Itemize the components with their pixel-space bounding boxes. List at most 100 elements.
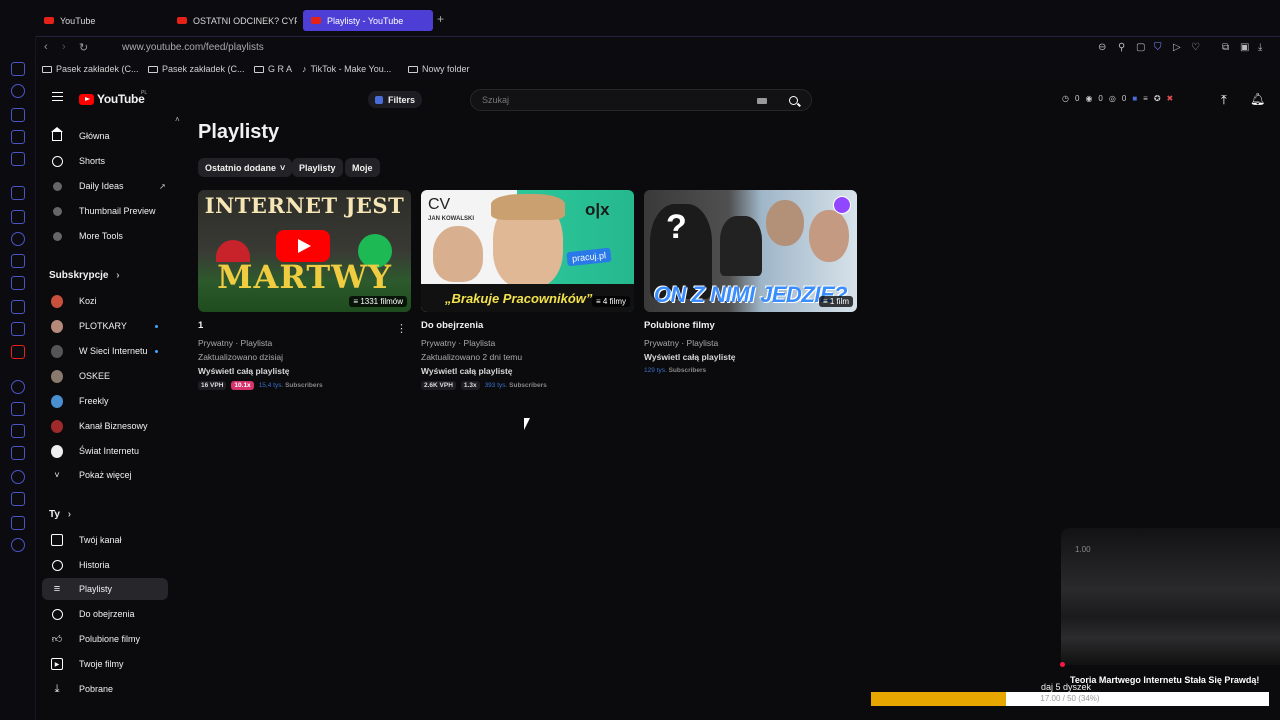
play-rail-icon[interactable] bbox=[11, 402, 25, 416]
playlist-title[interactable]: Do obejrzenia bbox=[421, 320, 634, 331]
view-full-playlist-link[interactable]: Wyświetl całą playlistę bbox=[198, 364, 411, 378]
sidebar-sub-w-sieci-internetu[interactable]: W Sieci Internetu bbox=[42, 340, 168, 362]
percent-icon[interactable] bbox=[11, 210, 25, 224]
history-rail-icon[interactable] bbox=[11, 470, 25, 484]
sidebar-item-thumbnail-preview[interactable]: Thumbnail Preview bbox=[42, 200, 168, 222]
zoom-icon[interactable]: ⊖ bbox=[1098, 42, 1106, 53]
playlist-thumbnail[interactable]: CV JAN KOWALSKI o|x pracuj.pl „Brakuje P… bbox=[421, 190, 634, 312]
bookmark-folder[interactable]: Nowy folder bbox=[408, 64, 470, 74]
download-icon[interactable]: ⤓ bbox=[1258, 42, 1262, 53]
mouse-cursor-icon bbox=[524, 418, 536, 430]
extension-icon[interactable]: ■ bbox=[1132, 94, 1137, 103]
bookmark-folder[interactable]: Pasek zakładek (C... bbox=[148, 64, 245, 74]
playlist-thumbnail[interactable]: INTERNET JEST MARTWY ≡ 1331 filmów bbox=[198, 190, 411, 312]
refresh-app-icon[interactable] bbox=[11, 84, 25, 98]
sidebar-sub-oskee[interactable]: OSKEE bbox=[42, 365, 168, 387]
chevron-up-icon[interactable]: ˄ bbox=[175, 115, 180, 124]
telegram-icon[interactable] bbox=[11, 322, 25, 336]
shield-icon[interactable]: ⛉ bbox=[1154, 42, 1162, 53]
sidebar-item-playlists[interactable]: ≡ Playlisty bbox=[42, 578, 168, 600]
chat-icon[interactable] bbox=[11, 186, 25, 200]
clock-icon: ◷ bbox=[1062, 94, 1069, 103]
messenger-icon[interactable] bbox=[11, 232, 25, 246]
sidebar-item-more-tools[interactable]: More Tools bbox=[42, 225, 168, 247]
view-full-playlist-link[interactable]: Wyświetl całą playlistę bbox=[421, 364, 634, 378]
playlist-card[interactable]: CV JAN KOWALSKI o|x pracuj.pl „Brakuje P… bbox=[421, 190, 634, 390]
goal-progress-text: 17.00 / 50 (34%) bbox=[1040, 694, 1100, 703]
mail-icon[interactable] bbox=[11, 152, 25, 166]
shopping-icon[interactable] bbox=[11, 108, 25, 122]
view-full-playlist-link[interactable]: Wyświetl całą playlistę bbox=[644, 350, 857, 364]
tab-youtube[interactable]: YouTube bbox=[36, 10, 166, 31]
you-heading[interactable]: Ty › bbox=[49, 509, 71, 520]
filters-button[interactable]: Filters bbox=[368, 91, 423, 108]
x-icon[interactable] bbox=[11, 300, 25, 314]
menu-icon[interactable] bbox=[52, 92, 63, 101]
sidebar-item-downloads[interactable]: ⤓ Pobrane bbox=[42, 678, 168, 700]
playlist-title[interactable]: Polubione filmy bbox=[644, 320, 857, 331]
sort-dropdown[interactable]: Ostatnio dodane ˅ bbox=[198, 158, 293, 177]
show-more-button[interactable]: ˅ Pokaż więcej bbox=[42, 464, 168, 486]
more-options-icon[interactable]: ⋮ bbox=[396, 322, 407, 335]
new-tab-button[interactable]: + bbox=[437, 12, 444, 26]
download-rail-icon[interactable] bbox=[11, 492, 25, 506]
bookmark-folder[interactable]: Pasek zakładek (C... bbox=[42, 64, 139, 74]
sidebar-item-daily-ideas[interactable]: Daily Ideas ↗ bbox=[42, 175, 168, 197]
sidebar-sub-plotkary[interactable]: PLOTKARY bbox=[42, 315, 168, 337]
heart-rail-icon[interactable] bbox=[11, 424, 25, 438]
sidebar-sub-kozi[interactable]: Kozi bbox=[42, 290, 168, 312]
forward-icon[interactable]: › bbox=[62, 41, 66, 53]
daily-ideas-icon bbox=[51, 180, 63, 192]
youtube-logo-icon bbox=[79, 93, 94, 105]
playlist-card[interactable]: INTERNET JEST MARTWY ≡ 1331 filmów ⋮ 1 P… bbox=[198, 190, 411, 390]
mute-icon[interactable]: ✖ bbox=[1167, 94, 1174, 103]
extensions-icon[interactable]: ⧉ bbox=[1222, 42, 1229, 53]
youtube-logo[interactable]: YouTube PL bbox=[79, 90, 147, 106]
screenshot-icon[interactable]: ▢ bbox=[1136, 42, 1145, 53]
extension-rail-icon[interactable] bbox=[11, 516, 25, 530]
gallery-icon[interactable] bbox=[11, 130, 25, 144]
settings-rail-icon[interactable] bbox=[11, 538, 25, 552]
sidebar-item-shorts[interactable]: Shorts bbox=[42, 150, 168, 172]
back-icon[interactable]: ‹ bbox=[44, 41, 48, 53]
pin-icon[interactable]: ⚲ bbox=[1118, 42, 1125, 53]
circle-app-icon[interactable] bbox=[11, 380, 25, 394]
keyboard-icon[interactable] bbox=[757, 98, 767, 104]
sidebar-sub-freekly[interactable]: Freekly bbox=[42, 390, 168, 412]
bookmark-tiktok[interactable]: ♪ TikTok - Make You... bbox=[302, 64, 391, 74]
list-icon[interactable]: ≡ bbox=[1143, 94, 1148, 103]
playlist-card[interactable]: ? ON Z NIMI JEDZIE? ≡ 1 film Polubione f… bbox=[644, 190, 857, 374]
sidebar-sub-kanal-biznesowy[interactable]: Kanał Biznesowy bbox=[42, 415, 168, 437]
search-button[interactable] bbox=[775, 90, 811, 110]
search-input[interactable]: Szukaj bbox=[482, 95, 509, 105]
instagram-icon[interactable] bbox=[11, 276, 25, 290]
tab-playlisty[interactable]: Playlisty - YouTube bbox=[303, 10, 433, 31]
sidebar-item-home[interactable]: Główna bbox=[42, 125, 168, 147]
sidebar-item-your-channel[interactable]: Twój kanał bbox=[42, 529, 168, 551]
youtube-rail-icon[interactable] bbox=[11, 345, 25, 359]
sidebar-item-watch-later[interactable]: Do obejrzenia bbox=[42, 603, 168, 625]
workspace-icon[interactable] bbox=[11, 62, 25, 76]
notes-icon[interactable] bbox=[11, 446, 25, 460]
reload-icon[interactable]: ↻ bbox=[79, 41, 88, 54]
playlist-meta: Prywatny · Playlista bbox=[198, 338, 273, 348]
tab-ostatni-odcinek[interactable]: OSTATNI ODCINEK? CYPE bbox=[169, 10, 297, 31]
playlist-thumbnail[interactable]: ? ON Z NIMI JEDZIE? ≡ 1 film bbox=[644, 190, 857, 312]
sidebar-item-your-videos[interactable]: ▶ Twoje filmy bbox=[42, 653, 168, 675]
play-icon[interactable]: ▷ bbox=[1173, 42, 1181, 53]
subscriptions-heading[interactable]: Subskrypcje › bbox=[49, 270, 120, 281]
notifications-icon[interactable]: 🔔︎ bbox=[1250, 92, 1265, 106]
sidebar-item-history[interactable]: Historia bbox=[42, 554, 168, 576]
chip-mine[interactable]: Moje bbox=[345, 158, 380, 177]
url-field[interactable]: www.youtube.com/feed/playlists bbox=[122, 42, 264, 53]
sidebar-sub-swiat-internetu[interactable]: Świat Internetu bbox=[42, 440, 168, 462]
bookmark-folder[interactable]: G R A bbox=[254, 64, 292, 74]
playlist-title[interactable]: 1 bbox=[198, 320, 411, 331]
award-icon[interactable]: ✪ bbox=[1154, 94, 1161, 103]
discord-icon[interactable] bbox=[11, 254, 25, 268]
upload-icon[interactable]: ⤒ bbox=[1221, 92, 1227, 108]
heart-icon[interactable]: ♡ bbox=[1191, 42, 1200, 53]
chip-playlists[interactable]: Playlisty bbox=[292, 158, 343, 177]
profile-icon[interactable]: ▣ bbox=[1240, 42, 1249, 53]
sidebar-item-liked-videos[interactable]: 👍︎ Polubione filmy bbox=[42, 628, 168, 650]
